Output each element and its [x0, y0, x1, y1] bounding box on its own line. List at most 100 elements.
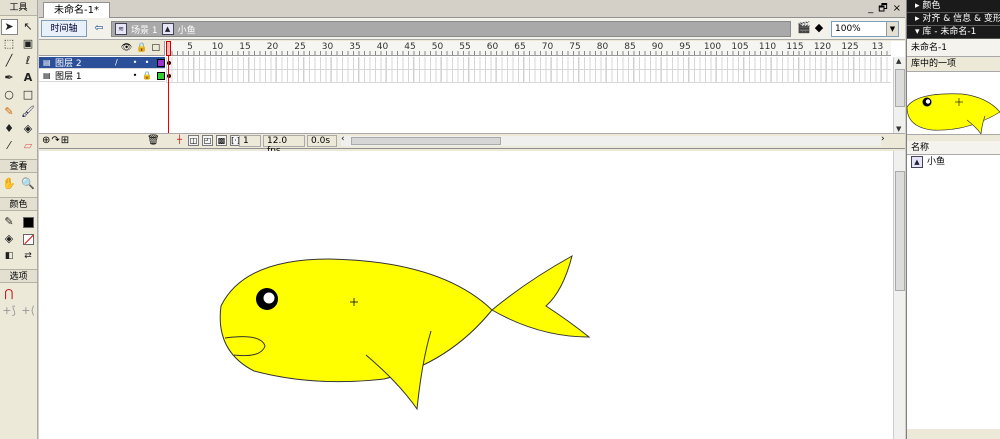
arrow-tool-icon[interactable]: ➤	[0, 19, 18, 35]
playhead-handle[interactable]	[166, 41, 171, 56]
eraser-tool-icon[interactable]: ▱	[20, 138, 37, 154]
ruler-number: 45	[404, 42, 416, 52]
scene-icon: ≋	[115, 23, 127, 35]
ruler-number: 100	[703, 42, 722, 52]
stage-canvas[interactable]	[39, 151, 905, 439]
lock-dot[interactable]: •	[141, 58, 153, 67]
timeline-panel: 👁 🔒 □ ▤ 图层 2 / • • ▤ 图层 1 • 🔒 5 10 15 20…	[39, 41, 905, 156]
smooth-icon[interactable]: +⟆	[1, 303, 18, 319]
line-tool-icon[interactable]: ╱	[1, 53, 18, 69]
ink-bottle-tool-icon[interactable]: ♦	[1, 121, 18, 137]
visibility-dot[interactable]: •	[129, 71, 141, 80]
flash-app-window: 工具 ➤ ↖ ⬚ ▣ ╱ ℓ ✒ A ○ □ ✎ 🖌 ♦ ◈ ⁄ ▱ 查看 ✋ …	[0, 0, 1000, 439]
lock-icon[interactable]: 🔒	[136, 42, 147, 54]
layer-name: 图层 2	[55, 59, 82, 69]
library-column-name[interactable]: 名称	[907, 141, 1000, 155]
layer-outline-color[interactable]	[157, 71, 165, 80]
lasso-tool-icon[interactable]: ℓ	[20, 53, 37, 69]
document-area: 未命名-1* _ 🗗 × 时间轴 ⇦ ≋ 场景 1 ▲ 小鱼 🎬 ◆ 100%	[39, 0, 905, 439]
fill-transform-tool-icon[interactable]: ▣	[20, 36, 37, 52]
eye-icon[interactable]: 👁	[121, 42, 132, 54]
scroll-down-icon[interactable]: ▼	[896, 125, 901, 133]
paint-bucket-tool-icon[interactable]: ◈	[20, 121, 37, 137]
scroll-up-icon[interactable]: ▲	[896, 57, 901, 65]
fish-body[interactable]	[219, 258, 493, 383]
scroll-thumb[interactable]	[351, 137, 501, 145]
edit-multiple-icon[interactable]: ▩	[216, 135, 227, 146]
frame-ruler[interactable]: 5 10 15 20 25 30 35 40 45 50 55 60 65 70 75 80 85 90 95 100…	[166, 41, 891, 56]
snap-magnet-icon[interactable]: ⋂	[1, 286, 18, 302]
rectangle-tool-icon[interactable]: □	[20, 87, 37, 103]
fish-tail[interactable]	[491, 254, 591, 338]
color-panel-header[interactable]: ▸ 颜色	[907, 0, 1000, 13]
right-panels: ▸ 颜色 ▸ 对齐 & 信息 & 变形 ▾ 库 - 未命名-1 未命名-1 库中…	[906, 0, 1000, 439]
ruler-number: 55	[459, 42, 471, 52]
eyedropper-tool-icon[interactable]: ⁄	[1, 138, 18, 154]
scroll-right-icon[interactable]: ›	[881, 134, 885, 144]
text-tool-icon[interactable]: A	[20, 70, 37, 86]
timeline-toggle-button[interactable]: 时间轴	[41, 20, 87, 37]
breadcrumb-symbol[interactable]: 小鱼	[178, 23, 196, 36]
color-tools: ✎ ◈ ◧ ⇄	[0, 211, 37, 267]
document-tab[interactable]: 未命名-1*	[43, 2, 110, 18]
frame-grid[interactable]	[166, 57, 891, 83]
pencil-icon: /	[115, 58, 118, 67]
restore-icon[interactable]: 🗗	[878, 2, 887, 16]
layer-row[interactable]: ▤ 图层 1 • 🔒	[39, 70, 165, 82]
ruler-number: 13	[871, 42, 884, 52]
fill-color-swatch[interactable]	[20, 231, 37, 247]
outline-icon[interactable]: □	[151, 42, 160, 54]
pen-tool-icon[interactable]: ✒	[1, 70, 18, 86]
chevron-down-icon[interactable]: ▼	[886, 22, 898, 36]
zoom-tool-icon[interactable]: 🔍	[20, 176, 37, 192]
free-transform-tool-icon[interactable]: ⬚	[1, 36, 18, 52]
playhead[interactable]	[166, 41, 171, 148]
ruler-number: 50	[431, 42, 444, 52]
close-icon[interactable]: ×	[893, 2, 901, 16]
center-frame-icon[interactable]: ┼	[174, 135, 185, 146]
stroke-color-swatch[interactable]	[20, 214, 37, 230]
visibility-dot[interactable]: •	[129, 58, 141, 67]
fill-color-icon[interactable]: ◈	[1, 231, 18, 247]
library-panel-header[interactable]: ▾ 库 - 未命名-1	[907, 26, 1000, 39]
lock-icon[interactable]: 🔒	[141, 71, 153, 80]
layer-row[interactable]: ▤ 图层 2 / • •	[39, 57, 165, 69]
timeline-horizontal-scrollbar[interactable]: ‹	[341, 134, 881, 146]
onion-outline-icon[interactable]: ◰	[202, 135, 213, 146]
scroll-thumb[interactable]	[895, 171, 905, 291]
black-white-icon[interactable]: ◧	[1, 248, 18, 264]
edit-scene-icon[interactable]: 🎬	[797, 21, 811, 34]
timeline-status-bar: ⊕↷⊞ 🗑 ┼ ◫ ◰ ▩ [·] 1 12.0 fps 0.0s ‹ ›	[39, 133, 905, 156]
add-layer-icons[interactable]: ⊕↷⊞	[42, 135, 70, 146]
library-panel-title: 库 - 未命名-1	[922, 27, 977, 37]
align-panel-header[interactable]: ▸ 对齐 & 信息 & 变形	[907, 13, 1000, 26]
minimize-icon[interactable]: _	[868, 2, 873, 16]
oval-tool-icon[interactable]: ○	[1, 87, 18, 103]
straighten-icon[interactable]: +⟨	[20, 303, 37, 319]
layer-name: 图层 1	[55, 72, 82, 82]
breadcrumb-scene[interactable]: 场景 1	[131, 23, 158, 36]
scroll-left-icon[interactable]: ‹	[341, 134, 345, 144]
trash-icon[interactable]: 🗑	[147, 135, 160, 146]
color-panel-title: 颜色	[922, 1, 941, 11]
fish-symbol[interactable]	[219, 254, 591, 411]
pencil-tool-icon[interactable]: ✎	[1, 104, 18, 120]
swap-colors-icon[interactable]: ⇄	[20, 248, 37, 264]
frame-row-separator	[166, 82, 891, 83]
stroke-color-icon[interactable]: ✎	[1, 214, 18, 230]
stage-vertical-scrollbar[interactable]	[893, 151, 905, 439]
onion-skin-icon[interactable]: ◫	[188, 135, 199, 146]
timeline-vertical-scrollbar[interactable]: ▲ ▼	[893, 57, 905, 133]
ruler-number: 105	[731, 42, 749, 52]
library-document-select[interactable]: 未命名-1	[907, 39, 1000, 57]
ruler-number: 20	[266, 42, 279, 52]
back-arrow-icon[interactable]: ⇦	[91, 21, 107, 36]
hand-tool-icon[interactable]: ✋	[1, 176, 18, 192]
brush-tool-icon[interactable]: 🖌	[20, 104, 37, 120]
library-item[interactable]: ▲ 小鱼	[907, 155, 1000, 169]
scroll-thumb[interactable]	[895, 69, 905, 107]
layer-outline-color[interactable]	[157, 58, 165, 67]
subselect-tool-icon[interactable]: ↖	[20, 19, 37, 35]
zoom-select[interactable]: 100% ▼	[831, 21, 899, 37]
edit-symbol-icon[interactable]: ◆	[815, 21, 823, 34]
